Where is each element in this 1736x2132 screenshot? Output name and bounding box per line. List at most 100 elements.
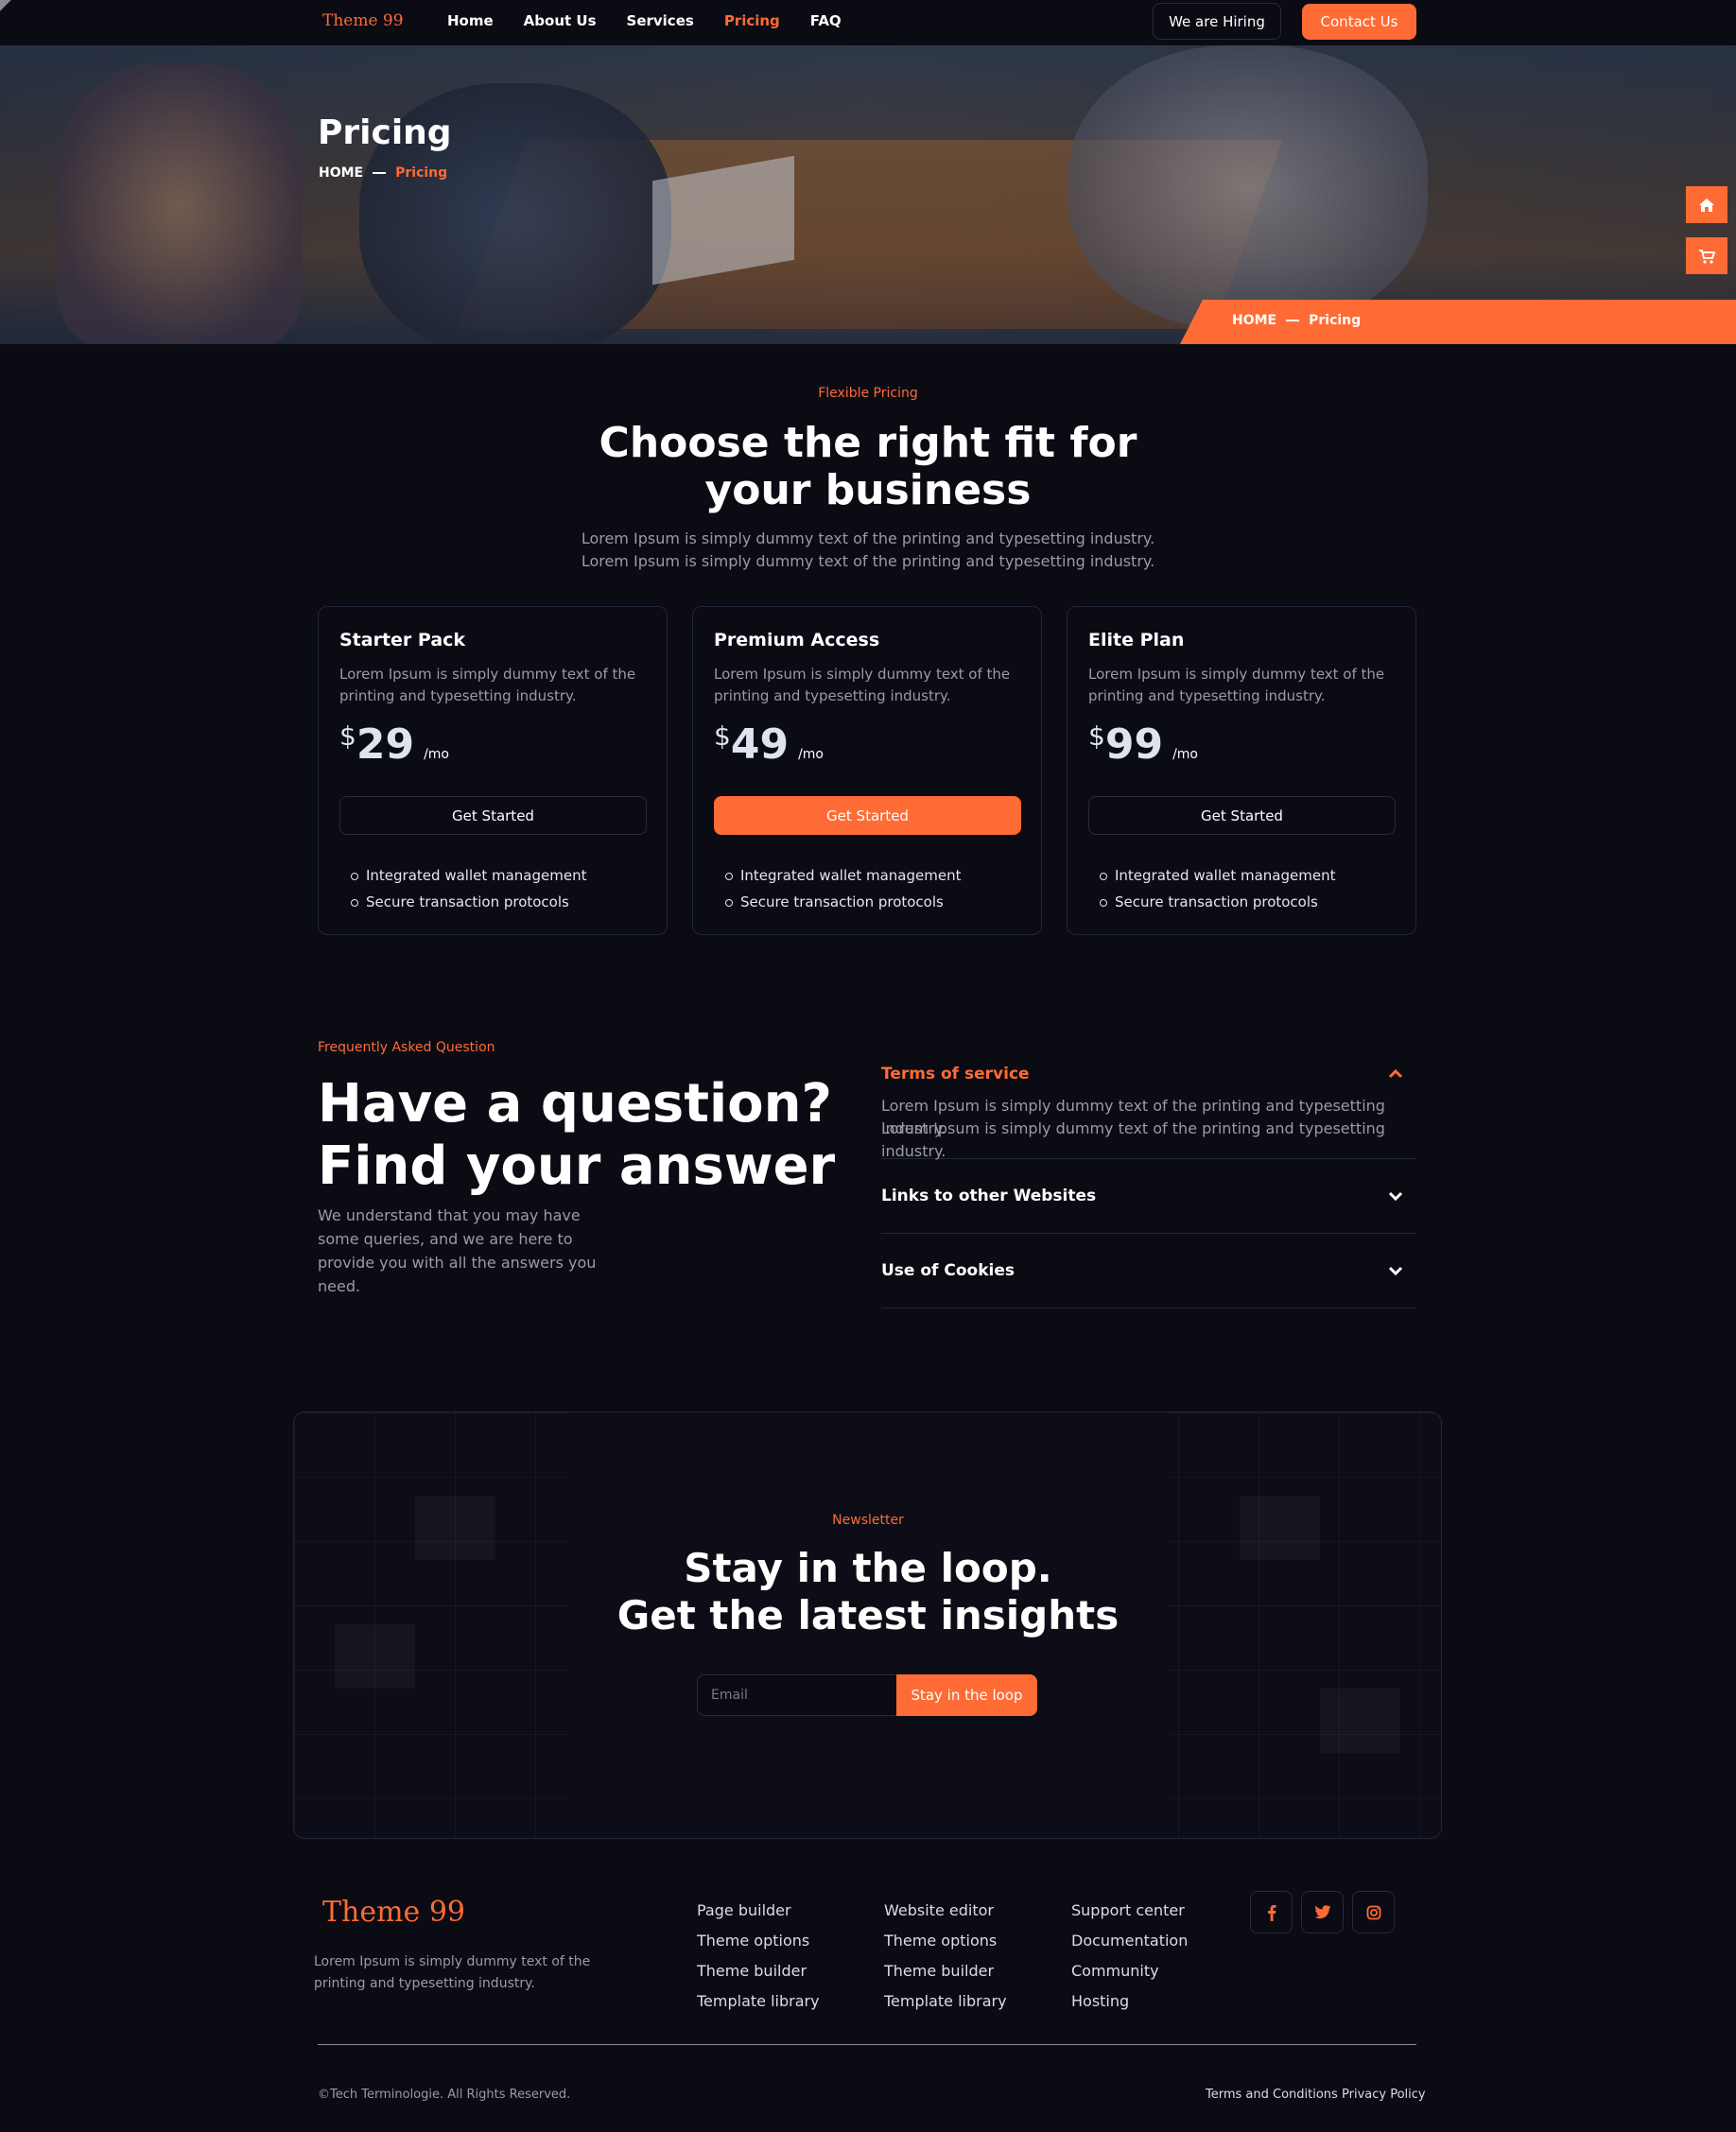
faq-subtitle: We understand that you may have some que…: [318, 1206, 597, 1295]
contact-button[interactable]: Contact Us: [1302, 4, 1416, 40]
hero-image-person: [57, 64, 303, 344]
plan-features: Integrated wallet management Secure tran…: [724, 862, 961, 915]
plan-name: Starter Pack: [339, 630, 466, 650]
cart-icon: [1699, 249, 1715, 264]
brand-logo[interactable]: Theme 99: [322, 11, 404, 30]
plan-price: $ 49 /mo: [714, 720, 824, 769]
price-amount: 49: [730, 720, 790, 769]
footer-link[interactable]: Community: [1071, 1956, 1188, 1986]
faq-question[interactable]: Links to other Websites: [881, 1187, 1096, 1205]
get-started-button[interactable]: Get Started: [1088, 796, 1396, 835]
plan-description: Lorem Ipsum is simply dummy text of the …: [1088, 666, 1385, 704]
subscribe-button[interactable]: Stay in the loop: [896, 1674, 1037, 1716]
pricing-title-line2: your business: [704, 466, 1032, 514]
breadcrumb-separator: [373, 172, 387, 174]
breadcrumb-bar-content: HOME Pricing: [1232, 313, 1361, 328]
plan-name: Elite Plan: [1088, 630, 1185, 650]
breadcrumb: HOME Pricing: [319, 165, 447, 181]
faq-answer-line2: Lorem Ipsum is simply dummy text of the …: [881, 1119, 1385, 1160]
top-nav: Theme 99 Home About Us Services Pricing …: [0, 0, 1736, 45]
plan-feature: Integrated wallet management: [350, 862, 586, 889]
plan-feature: Integrated wallet management: [724, 862, 961, 889]
footer-link[interactable]: Documentation: [1071, 1926, 1188, 1956]
hiring-button[interactable]: We are Hiring: [1153, 3, 1281, 40]
instagram-button[interactable]: [1352, 1891, 1395, 1933]
footer-divider: [318, 2044, 1416, 2045]
pricing-subtitle-line1: Lorem Ipsum is simply dummy text of the …: [581, 529, 1155, 547]
nav-link-home[interactable]: Home: [447, 12, 494, 29]
breadcrumb-bar-home[interactable]: HOME: [1232, 313, 1276, 328]
breadcrumb-home[interactable]: HOME: [319, 165, 363, 181]
plan-feature: Secure transaction protocols: [1099, 889, 1335, 915]
price-currency: $: [339, 720, 356, 752]
hero-banner: [0, 45, 1736, 344]
newsletter-eyebrow: Newsletter: [832, 1513, 904, 1528]
footer-link[interactable]: Theme builder: [697, 1956, 820, 1986]
footer-link[interactable]: Template library: [884, 1986, 1007, 2017]
faq-eyebrow: Frequently Asked Question: [318, 1040, 495, 1055]
plan-feature: Secure transaction protocols: [724, 889, 961, 915]
chevron-down-icon[interactable]: [1388, 1188, 1403, 1204]
copyright: ©Tech Terminologie. All Rights Reserved.: [318, 2088, 571, 2102]
newsletter-title-line1: Stay in the loop.: [684, 1545, 1052, 1591]
plan-price: $ 99 /mo: [1088, 720, 1198, 769]
faq-question[interactable]: Use of Cookies: [881, 1261, 1015, 1280]
page-title: Pricing: [318, 113, 452, 152]
privacy-link[interactable]: Privacy Policy: [1342, 2088, 1426, 2102]
footer-link[interactable]: Theme builder: [884, 1956, 1007, 1986]
twitter-icon: [1313, 1905, 1330, 1919]
plan-card-starter: Starter Pack Lorem Ipsum is simply dummy…: [318, 606, 668, 935]
price-amount: 99: [1104, 720, 1164, 769]
price-amount: 29: [356, 720, 415, 769]
grid-tile: [1320, 1689, 1400, 1753]
newsletter-title-line2: Get the latest insights: [616, 1592, 1120, 1638]
breadcrumb-current: Pricing: [395, 165, 448, 181]
price-period: /mo: [1172, 747, 1198, 762]
faq-title-line2: Find your answer: [318, 1135, 836, 1197]
side-home-button[interactable]: [1686, 186, 1727, 223]
instagram-icon: [1366, 1905, 1380, 1919]
footer-link[interactable]: Website editor: [884, 1896, 1007, 1926]
terms-link[interactable]: Terms and Conditions: [1206, 2088, 1338, 2102]
breadcrumb-bar-current: Pricing: [1309, 313, 1362, 328]
plan-feature: Integrated wallet management: [1099, 862, 1335, 889]
footer-column-1: Page builder Theme options Theme builder…: [697, 1896, 820, 2017]
footer-column-2: Website editor Theme options Theme build…: [884, 1896, 1007, 2017]
side-cart-button[interactable]: [1686, 237, 1727, 274]
plan-features: Integrated wallet management Secure tran…: [1099, 862, 1335, 915]
plan-card-premium: Premium Access Lorem Ipsum is simply dum…: [692, 606, 1042, 935]
get-started-button[interactable]: Get Started: [339, 796, 647, 835]
footer-link[interactable]: Template library: [697, 1986, 820, 2017]
nav-links: Home About Us Services Pricing FAQ: [447, 12, 842, 29]
chevron-down-icon[interactable]: [1388, 1263, 1403, 1278]
corner-tag: [0, 0, 11, 11]
faq-question[interactable]: Terms of service: [881, 1065, 1030, 1083]
footer-link[interactable]: Theme options: [884, 1926, 1007, 1956]
footer-link[interactable]: Hosting: [1071, 1986, 1188, 2017]
twitter-button[interactable]: [1301, 1891, 1344, 1933]
faq-item-terms[interactable]: Terms of service Lorem Ipsum is simply d…: [881, 1051, 1416, 1160]
pricing-eyebrow: Flexible Pricing: [818, 386, 918, 401]
nav-link-services[interactable]: Services: [627, 12, 694, 29]
price-period: /mo: [798, 747, 824, 762]
price-currency: $: [1088, 720, 1105, 752]
pricing-subtitle-line2: Lorem Ipsum is simply dummy text of the …: [581, 552, 1155, 570]
plan-name: Premium Access: [714, 630, 880, 650]
chevron-up-icon[interactable]: [1388, 1066, 1403, 1082]
plan-description: Lorem Ipsum is simply dummy text of the …: [714, 666, 1011, 704]
footer-link[interactable]: Theme options: [697, 1926, 820, 1956]
email-input[interactable]: [697, 1674, 897, 1716]
get-started-button[interactable]: Get Started: [714, 796, 1021, 835]
home-icon: [1699, 198, 1714, 212]
price-period: /mo: [424, 747, 449, 762]
breadcrumb-bar-separator: [1286, 320, 1300, 321]
footer-logo[interactable]: Theme 99: [322, 1896, 465, 1929]
nav-link-about[interactable]: About Us: [524, 12, 597, 29]
faq-item-cookies[interactable]: Use of Cookies: [881, 1234, 1416, 1309]
nav-link-faq[interactable]: FAQ: [810, 12, 842, 29]
facebook-button[interactable]: [1250, 1891, 1293, 1933]
nav-link-pricing[interactable]: Pricing: [724, 12, 780, 29]
faq-item-links[interactable]: Links to other Websites: [881, 1159, 1416, 1234]
footer-link[interactable]: Page builder: [697, 1896, 820, 1926]
footer-link[interactable]: Support center: [1071, 1896, 1188, 1926]
